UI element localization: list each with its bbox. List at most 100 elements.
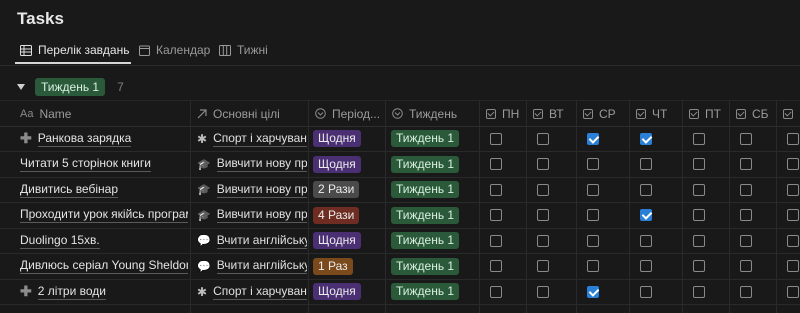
day-checkbox[interactable] [490,260,502,272]
column-header-mon[interactable]: ПН [486,101,519,126]
day-checkbox[interactable] [740,260,752,272]
day-checkbox[interactable] [537,209,549,221]
day-checkbox[interactable] [537,132,549,145]
period-cell[interactable]: Щодня [313,279,385,304]
table-row[interactable]: Проходити урок якійсь програми 🎓 Вивчити н… [0,203,800,229]
day-checkbox[interactable] [787,183,799,196]
table-row[interactable]: Дивитись вебінар 🎓 Вивчити нову професію 2 … [0,177,800,203]
period-cell[interactable]: Щодня [313,152,385,177]
column-header-sun[interactable] [783,101,799,126]
goal-relation-cell[interactable]: 💬 Вчити англійську [197,254,307,279]
day-checkbox[interactable] [693,183,705,196]
period-cell[interactable]: Щодня [313,228,385,253]
day-checkbox[interactable] [740,285,752,298]
task-name-cell[interactable]: Читати 5 сторінок книги [20,152,188,177]
day-checkbox[interactable] [490,234,502,247]
column-header-period[interactable]: Період... [315,101,380,126]
day-checkbox[interactable] [640,234,652,247]
day-checkbox[interactable] [787,234,799,247]
day-checkbox[interactable] [640,285,652,298]
column-header-name[interactable]: Aa Name [20,101,71,126]
column-header-wed[interactable]: СР [583,101,616,126]
day-checkbox[interactable] [640,158,652,170]
period-cell[interactable]: Щодня [313,126,385,151]
day-checkbox[interactable] [640,183,652,196]
group-header[interactable]: Тиждень 1 7 [17,78,124,96]
day-checkbox[interactable] [693,132,705,145]
period-cell[interactable]: 4 Рази [313,203,385,228]
day-checkbox[interactable] [640,132,652,145]
task-name-cell[interactable]: ✚ Ранкова зарядка [20,126,188,151]
day-checkbox[interactable] [537,158,549,170]
day-checkbox[interactable] [787,158,799,170]
day-checkbox[interactable] [640,209,652,221]
week-cell[interactable]: Тиждень 1 [391,152,479,177]
week-cell[interactable]: Тиждень 1 [391,254,479,279]
week-cell[interactable]: Тиждень 1 [391,203,479,228]
week-cell[interactable]: Тиждень 1 [391,228,479,253]
task-name-cell[interactable]: ✚ 2 літри води [20,279,188,304]
task-name-cell[interactable]: Проходити урок якійсь програми [20,203,188,228]
column-header-goals[interactable]: Основні цілі [197,101,280,126]
period-cell[interactable]: 2 Рази [313,177,385,202]
day-checkbox[interactable] [640,260,652,272]
day-checkbox[interactable] [587,132,599,145]
tab-calendar[interactable]: Календар [139,41,210,59]
day-checkbox[interactable] [740,132,752,145]
table-row[interactable]: ✚ 2 літри води ✱ Спорт і харчування Щодня Тиж… [0,279,800,305]
column-header-tue[interactable]: ВТ [533,101,564,126]
column-header-fri[interactable]: ПТ [689,101,721,126]
table-row[interactable]: Читати 5 сторінок книги 🎓 Вивчити нову про… [0,152,800,178]
day-checkbox[interactable] [490,209,502,221]
goal-relation-cell[interactable]: 🎓 Вивчити нову професію [197,152,307,177]
day-checkbox[interactable] [537,285,549,298]
day-checkbox[interactable] [537,234,549,247]
day-checkbox[interactable] [740,234,752,247]
day-checkbox[interactable] [740,183,752,196]
table-row[interactable]: ✚ Ранкова зарядка ✱ Спорт і харчування Щодня… [0,126,800,152]
week-cell[interactable]: Тиждень 1 [391,177,479,202]
day-checkbox[interactable] [490,158,502,170]
goal-relation-cell[interactable]: 🎓 Вивчити нову професію [197,177,307,202]
day-checkbox[interactable] [537,183,549,196]
task-name-cell[interactable]: Duolingo 15хв. [20,228,188,253]
goal-relation-cell[interactable]: ✱ Спорт і харчування [197,126,307,151]
table-row[interactable]: Дивлюсь серіал Young Sheldon 💬 Вчити англі… [0,254,800,280]
column-header-thu[interactable]: ЧТ [636,101,667,126]
week-cell[interactable]: Тиждень 1 [391,279,479,304]
task-name-cell[interactable]: Дивитись вебінар [20,177,188,202]
goal-relation-cell[interactable]: 🎓 Вивчити нову професію [197,203,307,228]
collapse-caret-icon[interactable] [17,84,25,90]
day-checkbox[interactable] [587,183,599,196]
day-checkbox[interactable] [490,183,502,196]
day-checkbox[interactable] [537,260,549,272]
period-cell[interactable]: 1 Раз [313,254,385,279]
day-checkbox[interactable] [587,260,599,272]
tab-task-list[interactable]: Перелік завдань [20,41,129,59]
week-cell[interactable]: Тиждень 1 [391,126,479,151]
day-checkbox[interactable] [587,285,599,298]
column-header-week[interactable]: Тиждень [392,101,457,126]
day-checkbox[interactable] [490,132,502,145]
day-checkbox[interactable] [787,132,799,145]
day-checkbox[interactable] [693,285,705,298]
day-checkbox[interactable] [740,209,752,221]
day-checkbox[interactable] [693,234,705,247]
day-checkbox[interactable] [787,285,799,298]
day-checkbox[interactable] [693,260,705,272]
day-checkbox[interactable] [587,234,599,247]
table-row[interactable]: Duolingo 15хв. 💬 Вчити англійську Щодня Тижд… [0,228,800,254]
day-checkbox[interactable] [587,209,599,221]
column-header-sat[interactable]: СБ [736,101,769,126]
task-name-cell[interactable]: Дивлюсь серіал Young Sheldon [20,254,188,279]
goal-relation-cell[interactable]: ✱ Спорт і харчування [197,279,307,304]
day-checkbox[interactable] [587,158,599,170]
day-checkbox[interactable] [693,209,705,221]
day-checkbox[interactable] [490,285,502,298]
day-checkbox[interactable] [740,158,752,170]
day-checkbox[interactable] [787,209,799,221]
day-checkbox[interactable] [787,260,799,272]
tab-weeks[interactable]: Тижні [219,41,268,59]
day-checkbox[interactable] [693,158,705,170]
goal-relation-cell[interactable]: 💬 Вчити англійську [197,228,307,253]
